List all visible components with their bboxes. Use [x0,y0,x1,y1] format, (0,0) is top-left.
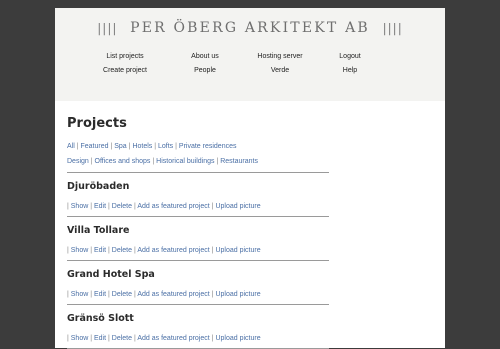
filter-featured[interactable]: Featured [81,143,109,150]
project-actions: | Show | Edit | Delete | Add as featured… [67,203,329,213]
action-show[interactable]: Show [71,203,89,210]
page-container: |||| PER ÖBERG ARKITEKT AB |||| List pro… [55,8,445,349]
divider [67,216,329,217]
project-title: Grand Hotel Spa [67,269,155,280]
category-filters: All | Featured | Spa | Hotels | Lofts | … [67,139,329,169]
nav-link-create-project[interactable]: Create project [80,64,170,78]
action-show[interactable]: Show [71,291,89,298]
project-item: Gränsö Slott | Show | Edit | Delete | Add… [67,313,329,349]
nav-link-list-projects[interactable]: List projects [80,50,170,64]
project-title: Villa Tollare [67,225,130,236]
brand-logo[interactable]: |||| PER ÖBERG ARKITEKT AB |||| [55,20,445,36]
action-add-as-featured-project[interactable]: Add as featured project [137,247,209,254]
filter-design[interactable]: Design [67,158,89,165]
project-item: Djuröbaden | Show | Edit | Delete | Add a… [67,181,329,217]
action-edit[interactable]: Edit [94,203,106,210]
action-delete[interactable]: Delete [112,291,132,298]
action-upload-picture[interactable]: Upload picture [215,203,260,210]
project-title: Gränsö Slott [67,313,134,324]
action-add-as-featured-project[interactable]: Add as featured project [137,291,209,298]
project-actions: | Show | Edit | Delete | Add as featured… [67,247,329,257]
action-show[interactable]: Show [71,335,89,342]
project-actions: | Show | Edit | Delete | Add as featured… [67,291,329,301]
project-title: Djuröbaden [67,181,130,192]
action-delete[interactable]: Delete [112,247,132,254]
site-header: |||| PER ÖBERG ARKITEKT AB |||| List pro… [55,8,445,101]
filter-offices-and-shops[interactable]: Offices and shops [95,158,151,165]
action-delete[interactable]: Delete [112,203,132,210]
filter-hotels[interactable]: Hotels [132,143,152,150]
logo-bars-left: |||| [97,21,118,35]
divider [67,172,329,173]
nav-column: List projects Create project [80,50,170,78]
action-add-as-featured-project[interactable]: Add as featured project [137,203,209,210]
action-upload-picture[interactable]: Upload picture [215,247,260,254]
filter-private-residences[interactable]: Private residences [179,143,237,150]
project-item: Villa Tollare | Show | Edit | Delete | Ad… [67,225,329,261]
action-show[interactable]: Show [71,247,89,254]
filter-all[interactable]: All [67,143,75,150]
divider [67,260,329,261]
action-delete[interactable]: Delete [112,335,132,342]
filter-spa[interactable]: Spa [114,143,126,150]
brand-name: PER ÖBERG ARKITEKT AB [130,20,370,36]
action-upload-picture[interactable]: Upload picture [215,335,260,342]
project-list: Djuröbaden | Show | Edit | Delete | Add a… [67,181,329,349]
filter-row-2: Design | Offices and shops | Historical … [67,154,329,169]
nav-column: Logout Help [305,50,395,78]
main-content: Projects All | Featured | Spa | Hotels |… [67,116,329,349]
logo-bars-right: |||| [382,21,403,35]
action-upload-picture[interactable]: Upload picture [215,291,260,298]
action-edit[interactable]: Edit [94,335,106,342]
action-edit[interactable]: Edit [94,247,106,254]
page-title: Projects [67,116,127,131]
filter-restaurants[interactable]: Restaurants [220,158,258,165]
filter-lofts[interactable]: Lofts [158,143,173,150]
nav-link-help[interactable]: Help [305,64,395,78]
filter-historical-buildings[interactable]: Historical buildings [156,158,214,165]
project-item: Grand Hotel Spa | Show | Edit | Delete | … [67,269,329,305]
action-edit[interactable]: Edit [94,291,106,298]
filter-row-1: All | Featured | Spa | Hotels | Lofts | … [67,139,329,154]
action-add-as-featured-project[interactable]: Add as featured project [137,335,209,342]
project-actions: | Show | Edit | Delete | Add as featured… [67,335,329,345]
nav-link-logout[interactable]: Logout [305,50,395,64]
divider [67,304,329,305]
